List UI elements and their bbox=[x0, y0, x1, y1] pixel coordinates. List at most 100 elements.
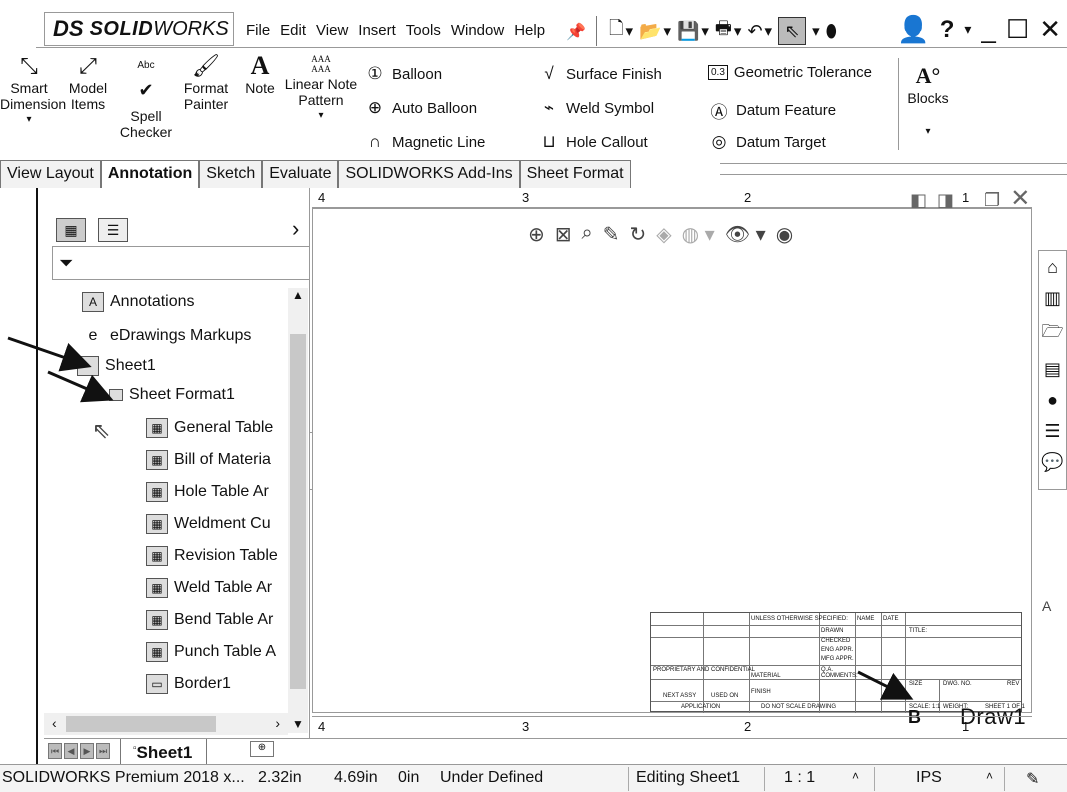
expand-pane-icon[interactable]: › bbox=[292, 216, 299, 242]
scroll-right-icon[interactable]: › bbox=[275, 715, 280, 731]
model-items-button[interactable]: ⤢ Model Items bbox=[62, 54, 114, 113]
pin-icon[interactable]: 📌 bbox=[566, 22, 586, 42]
tree-item-sheet-format1[interactable]: ▾ Sheet Format1 bbox=[98, 386, 235, 404]
tab-sketch[interactable]: Sketch bbox=[199, 160, 263, 188]
surface-finish-button[interactable]: √ Surface Finish bbox=[538, 64, 662, 84]
select-dropdown-icon[interactable]: ▾ bbox=[812, 22, 820, 40]
menu-file[interactable]: File bbox=[246, 22, 270, 39]
tree-item-general-table[interactable]: ▦ General Table bbox=[146, 418, 273, 438]
balloon-button[interactable]: ① Balloon bbox=[364, 64, 442, 84]
add-sheet-icon[interactable]: ⊕ bbox=[250, 741, 274, 757]
sketch-pencil-icon[interactable]: ✎ bbox=[603, 222, 620, 247]
hole-callout-button[interactable]: ⊔ Hole Callout bbox=[538, 132, 647, 152]
weld-symbol-button[interactable]: ⌁ Weld Symbol bbox=[538, 98, 654, 118]
rebuild-traffic-light-icon[interactable]: ⬮ bbox=[826, 21, 837, 42]
print-icon[interactable]: 🖶 ▾ bbox=[715, 16, 742, 46]
scroll-up-icon[interactable]: ▲ bbox=[292, 288, 304, 302]
datum-feature-button[interactable]: Ⓐ Datum Feature bbox=[708, 98, 837, 123]
collapse-arrow-icon[interactable]: ▾ bbox=[98, 390, 103, 401]
view-palette-icon[interactable]: ▤ bbox=[1044, 359, 1061, 380]
feature-manager-tab-icon[interactable]: ▦ bbox=[56, 218, 86, 242]
tree-filter[interactable]: ⏷ bbox=[52, 246, 310, 280]
tree-item-punch-table[interactable]: ▦ Punch Table A bbox=[146, 642, 276, 662]
collapse-arrow-icon[interactable]: ▾ bbox=[66, 361, 71, 372]
tree-item-hole-table[interactable]: ▦ Hole Table Ar bbox=[146, 482, 269, 502]
tree-item-edrawings-markups[interactable]: e eDrawings Markups bbox=[82, 326, 252, 346]
sheet-tab-sheet1[interactable]: ▫Sheet1 bbox=[120, 739, 208, 765]
scroll-thumb[interactable] bbox=[66, 716, 216, 732]
user-account-icon[interactable]: 👤 bbox=[897, 14, 929, 45]
custom-properties-icon[interactable]: ☰ bbox=[1044, 421, 1060, 442]
magnetic-line-button[interactable]: ∩ Magnetic Line bbox=[364, 132, 486, 152]
menu-view[interactable]: View bbox=[316, 22, 348, 39]
open-document-icon[interactable]: 📂 ▾ bbox=[639, 21, 671, 42]
smart-dimension-button[interactable]: ⤡ Smart Dimension ▾ bbox=[0, 54, 66, 128]
menu-tools[interactable]: Tools bbox=[406, 22, 441, 39]
scroll-down-icon[interactable]: ▼ bbox=[292, 717, 304, 731]
maximize-window-icon[interactable]: ☐ bbox=[1006, 14, 1029, 45]
hide-show-items-icon[interactable]: 👁 ▾ bbox=[725, 222, 766, 247]
datum-target-button[interactable]: ◎ Datum Target bbox=[708, 132, 826, 152]
zoom-to-area-icon[interactable]: ⊠ bbox=[555, 222, 572, 247]
units-dropdown-icon[interactable]: ˄ bbox=[986, 769, 993, 783]
appearances-icon[interactable]: ● bbox=[1047, 390, 1058, 411]
minimize-window-icon[interactable]: _ bbox=[981, 14, 995, 45]
tree-vertical-scrollbar[interactable]: ▲ ▼ bbox=[288, 288, 308, 733]
new-document-icon[interactable]: 🗋 ▾ bbox=[609, 16, 633, 46]
solidworks-logo[interactable]: DS SOLID WORKS bbox=[44, 12, 234, 46]
menu-window[interactable]: Window bbox=[451, 22, 504, 39]
help-dropdown-icon[interactable]: ▾ bbox=[964, 21, 971, 38]
title-block[interactable]: UNLESS OTHERWISE SPECIFIED: NAME DATE DR… bbox=[650, 612, 1025, 713]
help-icon[interactable]: ? bbox=[940, 16, 955, 44]
undo-icon[interactable]: ↶ ▾ bbox=[747, 21, 772, 42]
view-orientation-icon[interactable]: ◈ bbox=[656, 222, 671, 247]
apply-scene-icon[interactable]: ◉ bbox=[776, 222, 793, 247]
prev-sheet-icon[interactable]: ◀ bbox=[64, 743, 78, 759]
tab-view-layout[interactable]: View Layout bbox=[0, 160, 101, 188]
tree-item-sheet1[interactable]: ▾ Sheet1 bbox=[66, 356, 156, 376]
tree-item-annotations[interactable]: A Annotations bbox=[82, 292, 195, 312]
tab-evaluate[interactable]: Evaluate bbox=[262, 160, 339, 188]
tree-item-border1[interactable]: ▭ Border1 bbox=[146, 674, 231, 694]
menu-edit[interactable]: Edit bbox=[280, 22, 306, 39]
property-manager-tab-icon[interactable]: ☰ bbox=[98, 218, 128, 242]
zoom-in-out-icon[interactable]: ⌕ bbox=[582, 222, 593, 247]
scroll-left-icon[interactable]: ‹ bbox=[52, 715, 57, 731]
auto-balloon-button[interactable]: ⊕ Auto Balloon bbox=[364, 98, 477, 118]
display-style-icon[interactable]: ◍ ▾ bbox=[682, 222, 715, 247]
first-sheet-icon[interactable]: ⏮ bbox=[48, 743, 62, 759]
tab-solidworks-add-ins[interactable]: SOLIDWORKS Add-Ins bbox=[338, 160, 520, 188]
blocks-button[interactable]: A° Blocks ▾ bbox=[904, 64, 952, 140]
scroll-thumb[interactable] bbox=[290, 334, 306, 689]
tab-annotation[interactable]: Annotation bbox=[100, 160, 200, 188]
save-icon[interactable]: 💾 ▾ bbox=[677, 21, 709, 42]
scale-dropdown-icon[interactable]: ˄ bbox=[852, 769, 859, 783]
zoom-to-fit-icon[interactable]: ⊕ bbox=[528, 222, 545, 247]
note-button[interactable]: A Note bbox=[238, 53, 282, 97]
menu-help[interactable]: Help bbox=[514, 22, 545, 39]
forum-icon[interactable]: 💬 bbox=[1041, 452, 1063, 473]
solidworks-resources-icon[interactable]: ⌂ bbox=[1047, 257, 1058, 278]
rotate-icon[interactable]: ↻ bbox=[630, 222, 647, 247]
geometric-tolerance-button[interactable]: 0.3 Geometric Tolerance bbox=[708, 64, 872, 81]
tab-sheet-format[interactable]: Sheet Format bbox=[519, 160, 631, 188]
close-window-icon[interactable]: ✕ bbox=[1039, 14, 1061, 45]
linear-note-pattern-button[interactable]: AAA AAA Linear Note Pattern ▾ bbox=[284, 54, 358, 124]
file-explorer-icon[interactable]: 🗁 bbox=[1041, 319, 1063, 349]
tree-item-revision-table[interactable]: ▦ Revision Table bbox=[146, 546, 278, 566]
tree-horizontal-scrollbar[interactable]: ‹ › bbox=[44, 713, 288, 735]
design-library-icon[interactable]: ▥ bbox=[1044, 288, 1061, 309]
spell-checker-button[interactable]: Abc ✔ Spell Checker bbox=[118, 54, 174, 140]
next-sheet-icon[interactable]: ▶ bbox=[80, 743, 94, 759]
select-cursor-icon[interactable]: ⇖ bbox=[778, 17, 807, 45]
format-painter-button[interactable]: 🖌 Format Painter bbox=[178, 54, 234, 113]
tree-item-bill-of-materials[interactable]: ▦ Bill of Materia bbox=[146, 450, 271, 470]
quick-tips-icon[interactable]: ✎ bbox=[1026, 769, 1039, 789]
menu-insert[interactable]: Insert bbox=[358, 22, 396, 39]
status-scale[interactable]: 1 : 1 bbox=[784, 769, 815, 787]
status-units[interactable]: IPS bbox=[916, 769, 942, 787]
tree-item-bend-table[interactable]: ▦ Bend Table Ar bbox=[146, 610, 273, 630]
last-sheet-icon[interactable]: ⏭ bbox=[96, 743, 110, 759]
tree-item-weldment-cut-list[interactable]: ▦ Weldment Cu bbox=[146, 514, 271, 534]
tree-item-weld-table[interactable]: ▦ Weld Table Ar bbox=[146, 578, 272, 598]
